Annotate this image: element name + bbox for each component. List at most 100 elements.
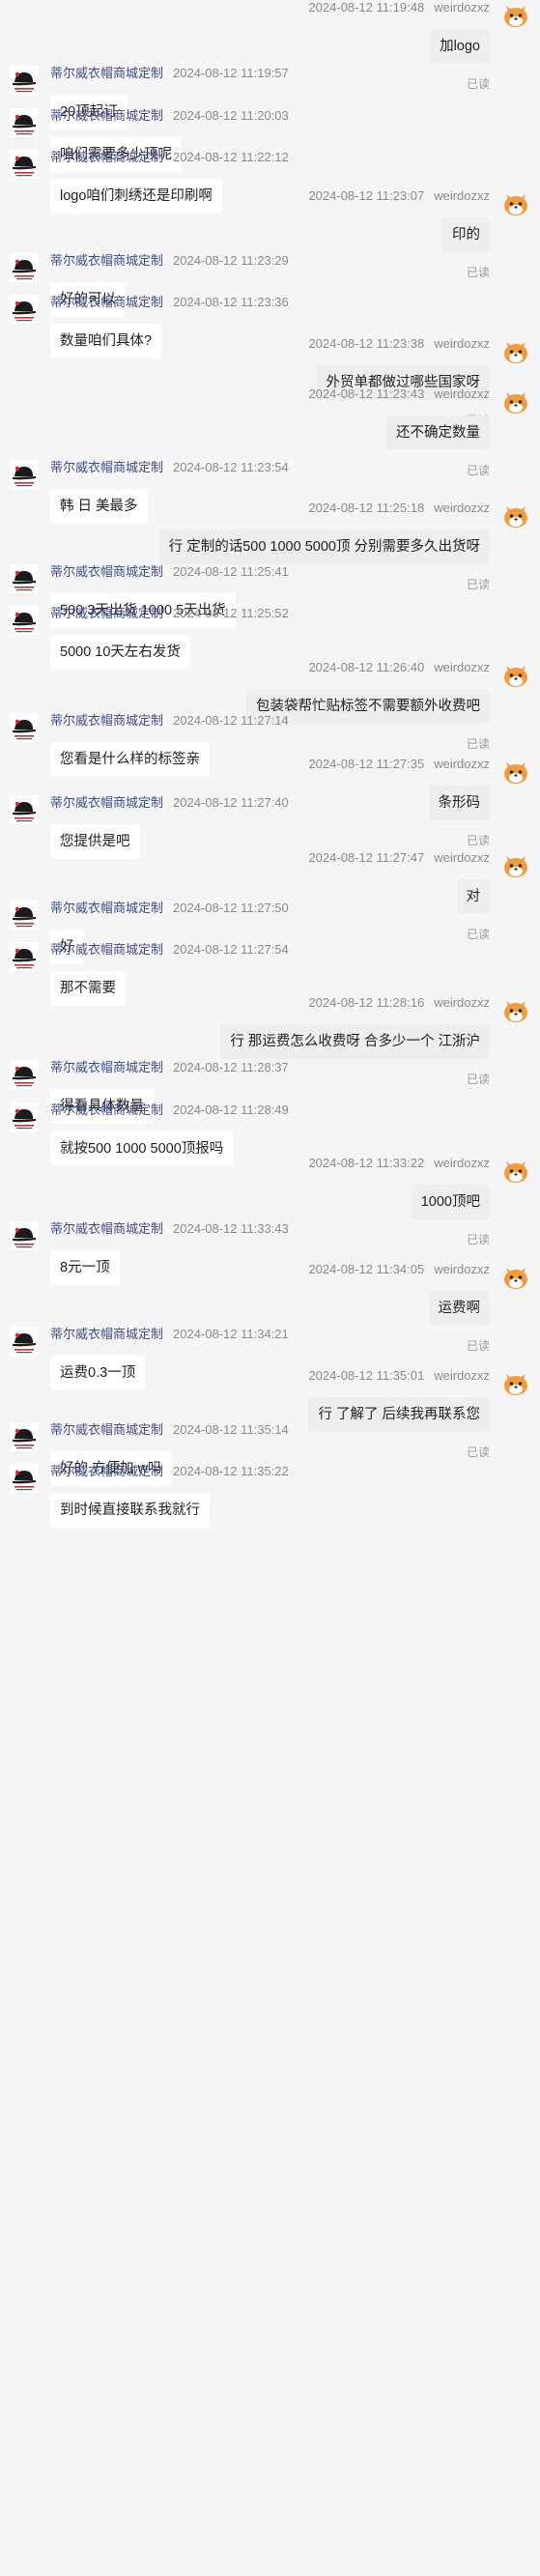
sender-name[interactable]: 蒂尔威衣帽商城定制 <box>50 66 163 80</box>
seller-avatar[interactable] <box>10 795 39 824</box>
sender-name[interactable]: 蒂尔威衣帽商城定制 <box>50 942 163 957</box>
seller-avatar[interactable] <box>10 66 39 95</box>
sender-name[interactable]: weirdozxz <box>434 995 490 1010</box>
sender-name[interactable]: weirdozxz <box>434 0 490 14</box>
message-bubble[interactable]: 5000 10天左右发货 <box>50 635 190 670</box>
sender-name[interactable]: weirdozxz <box>434 660 490 674</box>
sender-name[interactable]: weirdozxz <box>434 188 490 203</box>
seller-avatar[interactable] <box>10 295 39 324</box>
seller-avatar[interactable] <box>10 253 39 282</box>
message-bubble[interactable]: 1000顶吧 <box>411 1185 490 1219</box>
message-time: 2024-08-12 11:20:03 <box>173 108 289 123</box>
sender-name[interactable]: weirdozxz <box>434 386 490 401</box>
sender-name[interactable]: weirdozxz <box>434 1368 490 1383</box>
message-bubble[interactable]: 运费啊 <box>428 1291 490 1326</box>
sender-name[interactable]: 蒂尔威衣帽商城定制 <box>50 1464 163 1478</box>
sender-name[interactable]: weirdozxz <box>434 850 490 865</box>
sender-name[interactable]: 蒂尔威衣帽商城定制 <box>50 150 163 164</box>
message-bubble[interactable]: logo咱们刺绣还是印刷啊 <box>50 179 222 214</box>
sender-name[interactable]: weirdozxz <box>434 336 490 351</box>
cap-logo-icon <box>10 606 39 635</box>
seller-avatar[interactable] <box>10 150 39 179</box>
message-time: 2024-08-12 11:23:07 <box>308 188 425 203</box>
message-meta: 2024-08-12 11:25:18 weirdozxz <box>308 501 490 516</box>
seller-avatar[interactable] <box>10 606 39 635</box>
sender-name[interactable]: weirdozxz <box>434 757 490 771</box>
buyer-avatar[interactable] <box>501 0 530 29</box>
sender-name[interactable]: 蒂尔威衣帽商城定制 <box>50 460 163 474</box>
message-bubble[interactable]: 行 那运费怎么收费呀 合多少一个 江浙沪 <box>220 1024 490 1059</box>
fox-avatar-icon <box>504 194 527 215</box>
message-bubble[interactable]: 加logo <box>430 29 490 64</box>
seller-avatar[interactable] <box>10 1464 39 1493</box>
seller-avatar[interactable] <box>10 713 39 742</box>
buyer-avatar[interactable] <box>501 1368 530 1397</box>
buyer-avatar[interactable] <box>501 995 530 1024</box>
buyer-avatar[interactable] <box>501 188 530 217</box>
message-bubble[interactable]: 对 <box>456 879 490 914</box>
seller-avatar[interactable] <box>10 942 39 971</box>
message-bubble[interactable]: 8元一顶 <box>50 1250 120 1285</box>
sender-name[interactable]: 蒂尔威衣帽商城定制 <box>50 713 163 728</box>
message-bubble[interactable]: 行 了解了 后续我再联系您 <box>308 1397 490 1432</box>
sender-name[interactable]: 蒂尔威衣帽商城定制 <box>50 901 163 915</box>
message-bubble[interactable]: 您看是什么样的标签亲 <box>50 742 210 777</box>
sender-name[interactable]: 蒂尔威衣帽商城定制 <box>50 564 163 579</box>
message-bubble[interactable]: 印的 <box>442 217 490 252</box>
sender-name[interactable]: weirdozxz <box>434 501 490 515</box>
seller-avatar[interactable] <box>10 108 39 137</box>
message-bubble[interactable]: 还不确定数量 <box>386 415 490 450</box>
message-bubble[interactable]: 数量咱们具体? <box>50 324 162 358</box>
buyer-avatar[interactable] <box>501 1156 530 1185</box>
sender-name[interactable]: 蒂尔威衣帽商城定制 <box>50 253 163 268</box>
message-bubble[interactable]: 条形码 <box>428 786 490 820</box>
sender-name[interactable]: 蒂尔威衣帽商城定制 <box>50 1221 163 1236</box>
message-time: 2024-08-12 11:23:54 <box>173 460 289 474</box>
cap-logo-icon <box>10 1221 39 1250</box>
read-receipt: 已读 <box>466 834 490 847</box>
seller-avatar[interactable] <box>10 1221 39 1250</box>
seller-avatar[interactable] <box>10 1422 39 1451</box>
cap-logo-icon <box>10 460 39 489</box>
message-bubble[interactable]: 行 定制的话500 1000 5000顶 分别需要多久出货呀 <box>158 530 490 564</box>
message-meta: 蒂尔威衣帽商城定制 2024-08-12 11:35:22 <box>50 1464 289 1479</box>
message-time: 2024-08-12 11:27:40 <box>173 795 289 810</box>
seller-avatar[interactable] <box>10 460 39 489</box>
seller-avatar[interactable] <box>10 1060 39 1089</box>
message-meta: 蒂尔威衣帽商城定制 2024-08-12 11:35:14 <box>50 1422 289 1438</box>
message-bubble[interactable]: 那不需要 <box>50 971 126 1006</box>
buyer-avatar[interactable] <box>501 386 530 415</box>
buyer-avatar[interactable] <box>501 501 530 530</box>
sender-name[interactable]: weirdozxz <box>434 1262 490 1276</box>
sender-name[interactable]: 蒂尔威衣帽商城定制 <box>50 295 163 309</box>
sender-name[interactable]: 蒂尔威衣帽商城定制 <box>50 1102 163 1117</box>
buyer-avatar[interactable] <box>501 757 530 786</box>
cap-logo-icon <box>10 1102 39 1131</box>
sender-name[interactable]: 蒂尔威衣帽商城定制 <box>50 1060 163 1074</box>
message-meta: 蒂尔威衣帽商城定制 2024-08-12 11:27:50 <box>50 901 289 916</box>
buyer-avatar[interactable] <box>501 336 530 365</box>
message-bubble[interactable]: 您提供是吧 <box>50 824 140 859</box>
sender-name[interactable]: 蒂尔威衣帽商城定制 <box>50 795 163 810</box>
message-time: 2024-08-12 11:25:52 <box>173 606 289 620</box>
buyer-avatar[interactable] <box>501 660 530 689</box>
seller-avatar[interactable] <box>10 564 39 593</box>
seller-avatar[interactable] <box>10 1102 39 1131</box>
sender-name[interactable]: 蒂尔威衣帽商城定制 <box>50 1327 163 1341</box>
message-meta: 2024-08-12 11:27:35 weirdozxz <box>308 757 490 772</box>
message-bubble[interactable]: 韩 日 美最多 <box>50 489 148 524</box>
cap-logo-icon <box>10 66 39 95</box>
sender-name[interactable]: 蒂尔威衣帽商城定制 <box>50 108 163 123</box>
message-bubble[interactable]: 运费0.3一顶 <box>50 1356 146 1390</box>
seller-avatar[interactable] <box>10 1327 39 1356</box>
buyer-avatar[interactable] <box>501 1262 530 1291</box>
message-meta: 2024-08-12 11:23:43 weirdozxz <box>308 386 490 402</box>
buyer-avatar[interactable] <box>501 850 530 879</box>
sender-name[interactable]: weirdozxz <box>434 1156 490 1170</box>
seller-avatar[interactable] <box>10 901 39 930</box>
sender-name[interactable]: 蒂尔威衣帽商城定制 <box>50 1422 163 1437</box>
chat-history[interactable]: 2024-08-12 11:19:48 weirdozxz 加logo 已读 蒂… <box>0 0 540 2576</box>
sender-name[interactable]: 蒂尔威衣帽商城定制 <box>50 606 163 620</box>
message-bubble[interactable]: 到时候直接联系我就行 <box>50 1493 210 1528</box>
message-bubble[interactable]: 就按500 1000 5000顶报吗 <box>50 1131 234 1166</box>
